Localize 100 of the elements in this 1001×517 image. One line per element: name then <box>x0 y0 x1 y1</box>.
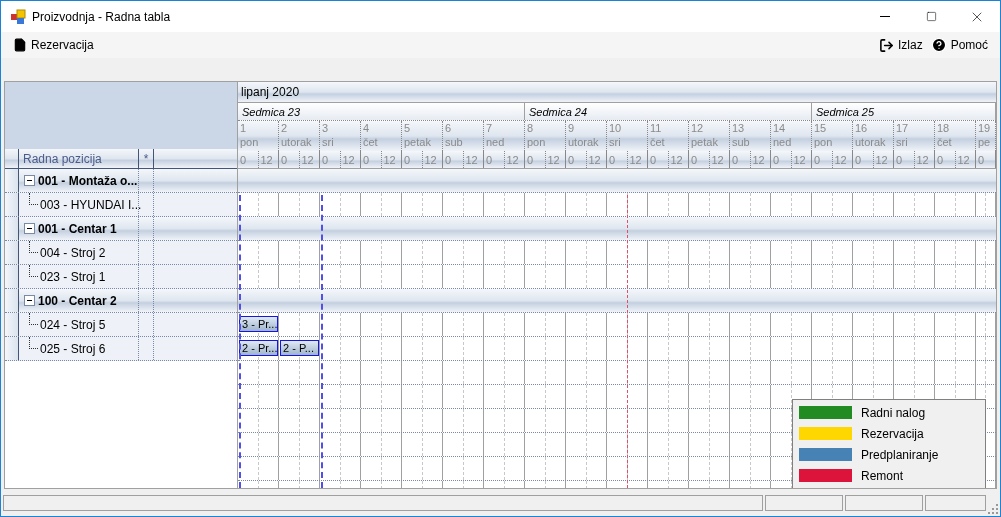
hour-label: 0 <box>853 151 874 168</box>
tree-connector <box>29 337 38 349</box>
hour-label: 12 <box>382 153 397 168</box>
app-icon <box>10 8 26 25</box>
status-panel <box>925 494 986 511</box>
hour-label: 0 <box>648 151 669 168</box>
day-header: 13 sub <box>730 121 771 151</box>
legend-label: Predplaniranje <box>861 446 939 464</box>
day-header: 19 pe <box>976 121 996 151</box>
column-header[interactable]: Radna pozicija <box>19 149 139 168</box>
hour-label: 12 <box>628 153 643 168</box>
row-header[interactable] <box>5 289 19 312</box>
work-position-label[interactable]: 003 - HYUNDAI I... <box>40 195 142 214</box>
hour-label: 0 <box>361 151 382 168</box>
task-bar[interactable]: 3 - Pr... <box>239 316 278 332</box>
week-header: Sedmica 24 <box>525 103 812 120</box>
row-header[interactable] <box>5 217 19 240</box>
day-header: 6 sub <box>443 121 484 151</box>
hour-label: 0 <box>402 151 423 168</box>
toolbar-button[interactable]: Pomoć <box>926 34 992 56</box>
minimize-icon <box>880 16 890 17</box>
hour-label: 12 <box>464 153 479 168</box>
hour-label: 0 <box>771 151 792 168</box>
day-header: 11 čet <box>648 121 689 151</box>
legend-label: Rezervacija <box>861 425 924 443</box>
hour-label: 12 <box>505 153 520 168</box>
hour-label: 0 <box>730 151 751 168</box>
collapse-icon[interactable] <box>24 223 35 234</box>
day-header: 3 sri <box>320 121 361 151</box>
column-header[interactable]: * <box>139 149 154 168</box>
hour-label: 0 <box>238 151 259 168</box>
legend-label: Radni nalog <box>861 404 926 422</box>
legend-label: Remont <box>861 467 904 485</box>
hour-label: 0 <box>977 153 986 168</box>
row-header[interactable] <box>5 265 19 288</box>
work-position-label[interactable]: 023 - Stroj 1 <box>40 267 106 286</box>
tree-connector <box>29 241 38 253</box>
hour-label: 0 <box>935 151 956 168</box>
week-header: Sedmica 25 <box>812 103 996 120</box>
hour-label: 0 <box>689 151 710 168</box>
work-position-label[interactable]: 025 - Stroj 6 <box>40 339 106 358</box>
exit-icon <box>878 37 894 53</box>
month-header: lipanj 2020 <box>238 82 996 103</box>
group-label[interactable]: 100 - Centar 2 <box>38 291 117 310</box>
hour-label: 12 <box>669 153 684 168</box>
hour-label: 0 <box>279 151 300 168</box>
day-header: 9 utorak <box>566 121 607 151</box>
day-header: 5 petak <box>402 121 443 151</box>
work-position-label[interactable]: 004 - Stroj 2 <box>40 243 106 262</box>
row-header[interactable] <box>5 313 19 336</box>
group-label[interactable]: 001 - Montaža o... <box>38 171 138 190</box>
hour-label: 12 <box>341 153 356 168</box>
hour-label: 12 <box>874 153 889 168</box>
hour-label: 12 <box>710 153 725 168</box>
resize-grip-icon[interactable] <box>988 504 998 514</box>
hour-label: 0 <box>566 151 587 168</box>
hour-label: 12 <box>833 153 848 168</box>
help-icon <box>930 37 947 53</box>
row-header[interactable] <box>5 241 19 264</box>
hour-label: 12 <box>751 153 766 168</box>
day-header: 14 ned <box>771 121 812 151</box>
day-header: 4 čet <box>361 121 402 151</box>
row-header[interactable] <box>5 337 19 360</box>
day-header: 18 čet <box>935 121 976 151</box>
day-header: 1 pon <box>238 121 279 151</box>
task-bar[interactable]: 2 - Pr... <box>239 340 278 356</box>
window-title: Proizvodnja - Radna tabla <box>32 8 171 26</box>
day-header: 2 utorak <box>279 121 320 151</box>
toolbar-button[interactable]: Izlaz <box>874 34 927 56</box>
day-header: 10 sri <box>607 121 648 151</box>
hour-label: 0 <box>443 151 464 168</box>
tree-connector <box>29 313 38 325</box>
hour-label: 0 <box>525 151 546 168</box>
hour-label: 0 <box>894 151 915 168</box>
day-header: 12 petak <box>689 121 730 151</box>
day-header: 17 sri <box>894 121 935 151</box>
document-icon <box>13 38 27 52</box>
hour-label: 0 <box>484 151 505 168</box>
hour-label: 12 <box>300 153 315 168</box>
hour-label: 12 <box>587 153 602 168</box>
tree-connector <box>29 193 38 205</box>
hour-label: 0 <box>607 151 628 168</box>
collapse-icon[interactable] <box>24 175 35 186</box>
hour-label: 12 <box>259 153 274 168</box>
tree-connector <box>29 265 38 277</box>
day-header: 7 ned <box>484 121 525 151</box>
hour-label: 12 <box>792 153 807 168</box>
row-header[interactable] <box>5 193 19 216</box>
hour-label: 12 <box>956 153 971 168</box>
hour-label: 12 <box>915 153 930 168</box>
toolbar-button[interactable]: Rezervacija <box>9 34 98 56</box>
row-header[interactable] <box>5 169 19 192</box>
task-bar[interactable]: 2 - P... <box>280 340 319 356</box>
collapse-icon[interactable] <box>24 295 35 306</box>
day-header: 16 utorak <box>853 121 894 151</box>
hour-label: 0 <box>812 151 833 168</box>
maximize-icon <box>925 11 937 22</box>
group-label[interactable]: 001 - Centar 1 <box>38 219 117 238</box>
work-position-label[interactable]: 024 - Stroj 5 <box>40 315 106 334</box>
hour-label: 12 <box>423 153 438 168</box>
